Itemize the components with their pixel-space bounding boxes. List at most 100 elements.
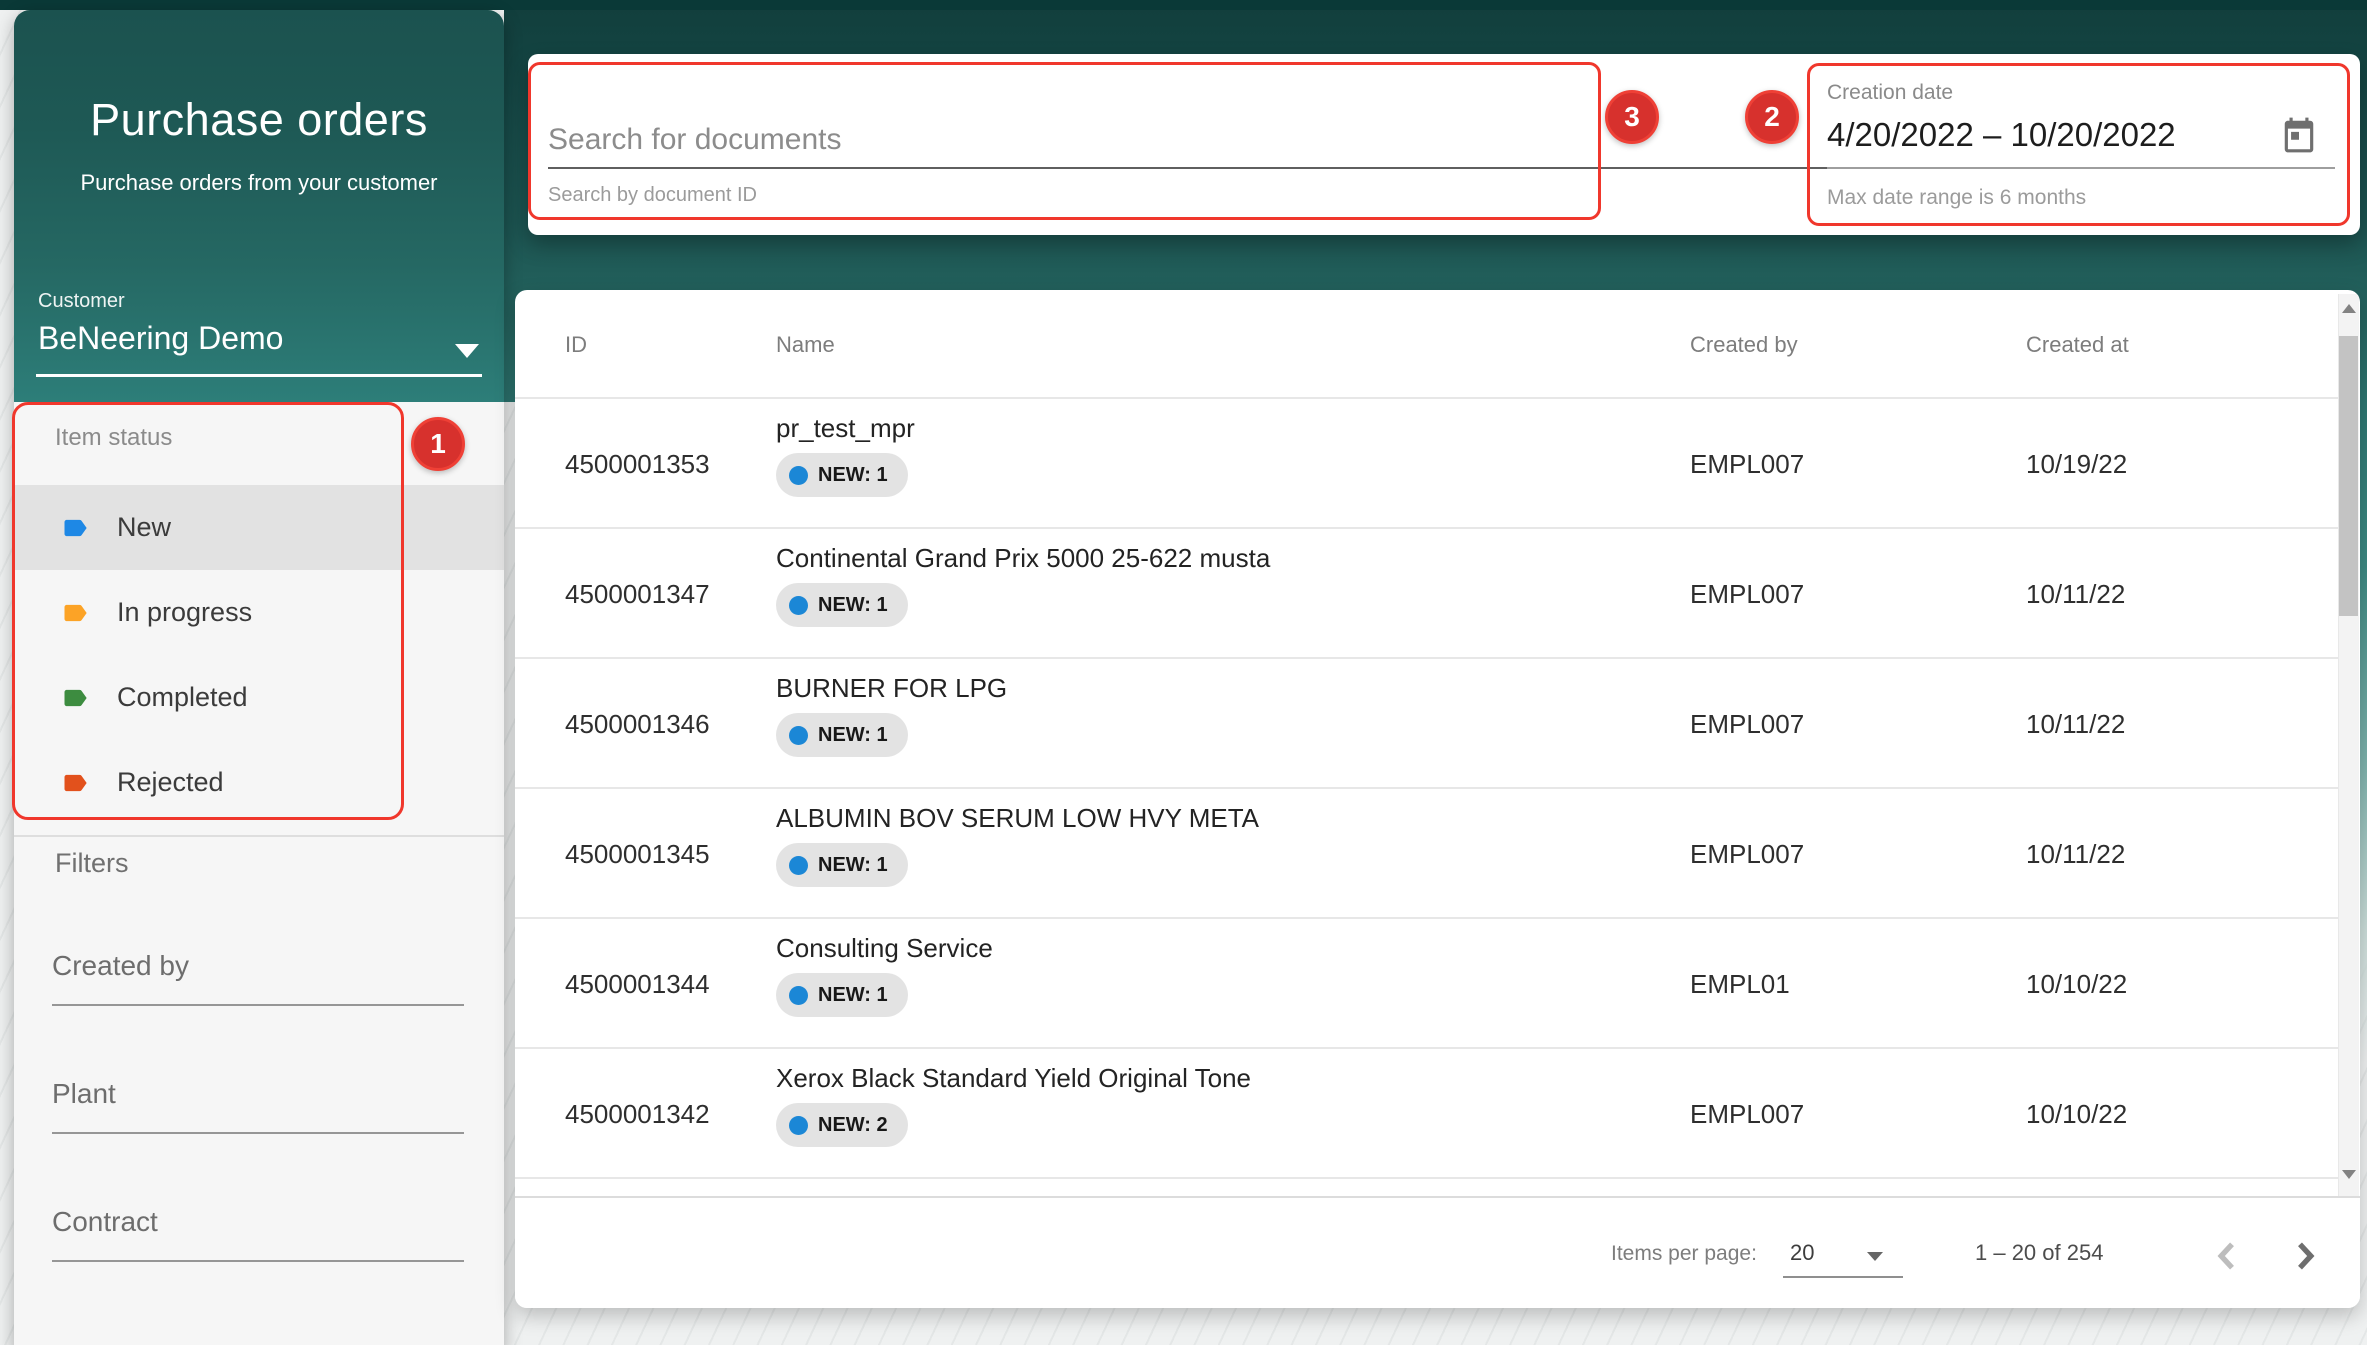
scrollbar-thumb[interactable] [2339, 336, 2358, 616]
sidebar-panel: Purchase orders Purchase orders from you… [14, 10, 504, 1345]
partial-row [515, 1177, 2339, 1194]
cell-name: ALBUMIN BOV SERUM LOW HVY META [776, 803, 1259, 834]
cell-id: 4500001342 [565, 1099, 710, 1130]
filters-heading: Filters [55, 848, 129, 879]
filter-input[interactable] [52, 946, 464, 982]
column-header-id: ID [565, 332, 587, 358]
status-badge: NEW: 1 [776, 583, 908, 627]
window-top-edge [0, 0, 2367, 10]
filter-field-plant [52, 1074, 464, 1144]
sidebar-divider [14, 835, 504, 837]
item-status-list: New In progress Completed Rejected [14, 485, 504, 825]
cell-created-at: 10/19/22 [2026, 449, 2127, 480]
cell-created-by: EMPL007 [1690, 449, 1804, 480]
cell-created-by: EMPL007 [1690, 1099, 1804, 1130]
status-item-completed[interactable]: Completed [14, 655, 504, 740]
filter-underline [52, 1004, 464, 1006]
creation-date-helper-text: Max date range is 6 months [1827, 186, 2086, 210]
status-badge-label: NEW: 1 [818, 464, 888, 487]
page-subtitle: Purchase orders from your customer [14, 170, 504, 196]
filter-input[interactable] [52, 1074, 464, 1110]
cell-id: 4500001345 [565, 839, 710, 870]
cell-created-by: EMPL007 [1690, 709, 1804, 740]
table-row[interactable]: 4500001347 Continental Grand Prix 5000 2… [515, 527, 2339, 657]
cell-name: BURNER FOR LPG [776, 673, 1007, 704]
scroll-down-icon[interactable] [2342, 1170, 2356, 1179]
table-row[interactable]: 4500001342 Xerox Black Standard Yield Or… [515, 1047, 2339, 1177]
next-page-button[interactable] [2285, 1236, 2325, 1276]
cell-created-at: 10/11/22 [2026, 709, 2125, 740]
toolbar-card: Search by document ID Creation date 4/20… [528, 54, 2360, 235]
table-row[interactable]: 4500001353 pr_test_mpr NEW: 1 EMPL007 10… [515, 397, 2339, 527]
label-tag-icon [57, 769, 93, 797]
status-badge: NEW: 1 [776, 713, 908, 757]
status-badge: NEW: 1 [776, 973, 908, 1017]
new-status-dot-icon [789, 596, 808, 615]
new-status-dot-icon [789, 986, 808, 1005]
creation-date-value[interactable]: 4/20/2022 – 10/20/2022 [1827, 116, 2176, 154]
status-badge-label: NEW: 1 [818, 594, 888, 617]
status-badge-label: NEW: 1 [818, 854, 888, 877]
cell-name: pr_test_mpr [776, 413, 915, 444]
items-per-page-underline [1783, 1276, 1903, 1278]
status-badge-label: NEW: 1 [818, 724, 888, 747]
search-input[interactable] [548, 116, 1788, 164]
label-tag-icon [57, 684, 93, 712]
scroll-up-icon[interactable] [2342, 304, 2356, 313]
status-item-label: In progress [117, 597, 252, 628]
cell-id: 4500001353 [565, 449, 710, 480]
chevron-down-icon[interactable] [1867, 1252, 1883, 1261]
status-item-in-progress[interactable]: In progress [14, 570, 504, 655]
sidebar-header: Purchase orders Purchase orders from you… [14, 10, 504, 402]
customer-label: Customer [38, 290, 125, 313]
filter-underline [52, 1260, 464, 1262]
status-badge-label: NEW: 2 [818, 1114, 888, 1137]
cell-name: Xerox Black Standard Yield Original Tone [776, 1063, 1251, 1094]
page-title: Purchase orders [14, 94, 504, 146]
purchase-orders-table: ID Name Created by Created at 4500001353… [515, 290, 2360, 1308]
table-row[interactable]: 4500001345 ALBUMIN BOV SERUM LOW HVY MET… [515, 787, 2339, 917]
customer-select-underline [36, 374, 482, 377]
new-status-dot-icon [789, 466, 808, 485]
chevron-down-icon[interactable] [455, 344, 479, 358]
cell-id: 4500001344 [565, 969, 710, 1000]
previous-page-button[interactable] [2207, 1236, 2247, 1276]
cell-created-at: 10/10/22 [2026, 969, 2127, 1000]
cell-created-by: EMPL01 [1690, 969, 1790, 1000]
new-status-dot-icon [789, 856, 808, 875]
status-badge: NEW: 2 [776, 1103, 908, 1147]
filter-input[interactable] [52, 1202, 464, 1238]
customer-select-value[interactable]: BeNeering Demo [38, 320, 283, 357]
table-row[interactable]: 4500001344 Consulting Service NEW: 1 EMP… [515, 917, 2339, 1047]
status-item-label: New [117, 512, 171, 543]
app-window: Purchase orders Purchase orders from you… [0, 0, 2367, 1345]
new-status-dot-icon [789, 1116, 808, 1135]
cell-created-by: EMPL007 [1690, 839, 1804, 870]
cell-created-at: 10/11/22 [2026, 839, 2125, 870]
status-badge: NEW: 1 [776, 453, 908, 497]
pagination-range-label: 1 – 20 of 254 [1975, 1240, 2103, 1266]
creation-date-underline [1827, 167, 2335, 169]
status-item-label: Rejected [117, 767, 224, 798]
filter-field-created-by [52, 946, 464, 1016]
table-footer: Items per page: 20 1 – 20 of 254 [515, 1196, 2360, 1308]
label-tag-icon [57, 599, 93, 627]
filter-underline [52, 1132, 464, 1134]
creation-date-label: Creation date [1827, 81, 1953, 105]
calendar-icon[interactable] [2280, 116, 2318, 154]
status-item-new[interactable]: New [14, 485, 504, 570]
search-helper-text: Search by document ID [548, 184, 757, 207]
items-per-page-select[interactable]: 20 [1790, 1240, 1814, 1266]
cell-created-at: 10/11/22 [2026, 579, 2125, 610]
table-row[interactable]: 4500001346 BURNER FOR LPG NEW: 1 EMPL007… [515, 657, 2339, 787]
item-status-heading: Item status [55, 424, 172, 452]
cell-name: Consulting Service [776, 933, 993, 964]
search-underline [548, 167, 1830, 169]
cell-id: 4500001347 [565, 579, 710, 610]
items-per-page-label: Items per page: [1611, 1242, 1757, 1266]
cell-created-at: 10/10/22 [2026, 1099, 2127, 1130]
status-item-rejected[interactable]: Rejected [14, 740, 504, 825]
status-badge-label: NEW: 1 [818, 984, 888, 1007]
filter-field-contract [52, 1202, 464, 1272]
status-item-label: Completed [117, 682, 248, 713]
